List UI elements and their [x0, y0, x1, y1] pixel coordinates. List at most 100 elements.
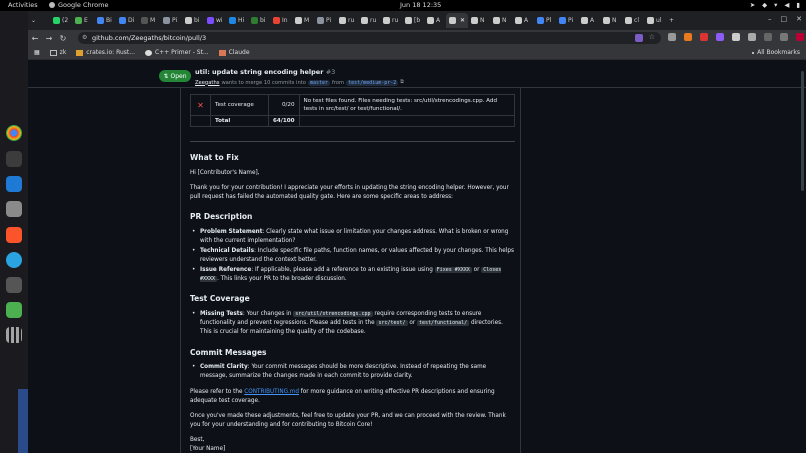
tab-favicon-icon	[537, 17, 545, 24]
network-icon[interactable]: ◆	[762, 1, 767, 9]
chrome-dock-icon[interactable]	[6, 125, 22, 141]
tab-favicon-icon	[273, 17, 280, 24]
brave-dock-icon[interactable]	[6, 227, 22, 243]
clock[interactable]: Jun 18 12:35	[400, 1, 441, 9]
head-branch[interactable]: test/medium-pr-2	[346, 79, 399, 86]
browser-tab[interactable]: In	[270, 13, 292, 28]
browser-tab[interactable]: Pl	[534, 13, 556, 28]
pr-author-link[interactable]: Zeegaths	[195, 80, 219, 86]
show-apps-icon[interactable]	[6, 327, 22, 343]
magnifier-dock-icon[interactable]	[6, 277, 22, 293]
bookmark-crates[interactable]: crates.io: Rust...	[76, 49, 135, 56]
reload-icon[interactable]: ↻	[56, 34, 70, 43]
close-window-icon[interactable]: ✕	[796, 15, 802, 23]
scrollbar-thumb[interactable]	[801, 71, 804, 191]
copy-icon[interactable]: ⧉	[400, 79, 404, 86]
extension-icon[interactable]	[732, 33, 740, 41]
tab-favicon-icon	[559, 17, 567, 24]
base-branch[interactable]: master	[307, 79, 331, 86]
chrome-icon	[49, 2, 55, 8]
divider	[190, 141, 515, 142]
browser-tab[interactable]: ru	[336, 13, 358, 28]
new-tab-button[interactable]: +	[666, 13, 688, 28]
browser-tab[interactable]: N	[468, 13, 490, 28]
pr-open-icon: ⇅	[163, 72, 169, 80]
telegram-dock-icon[interactable]	[6, 252, 22, 268]
browser-tab[interactable]: N	[600, 13, 622, 28]
volume-icon[interactable]: ◀	[784, 1, 789, 9]
browser-tab[interactable]: M	[292, 13, 314, 28]
browser-tab[interactable]: wi	[204, 13, 226, 28]
browser-tab[interactable]: ul	[644, 13, 666, 28]
battery-icon[interactable]: ▮	[796, 1, 800, 9]
files-dock-icon[interactable]	[6, 201, 22, 217]
tab-list-button[interactable]: ⌄	[28, 13, 50, 28]
browser-tab[interactable]: (2	[50, 13, 72, 28]
site-info-icon[interactable]: ⚙	[82, 34, 87, 41]
browser-tab[interactable]: M	[138, 13, 160, 28]
profile-avatar[interactable]	[796, 33, 804, 41]
browser-tab[interactable]: ru	[380, 13, 402, 28]
extension-icon[interactable]	[668, 33, 676, 41]
minimize-icon[interactable]: –	[768, 15, 772, 23]
contributing-link[interactable]: CONTRIBUTING.md	[244, 389, 299, 395]
tab-label: ru	[392, 17, 399, 24]
folder-icon	[752, 51, 755, 54]
browser-tab[interactable]: Hi	[226, 13, 248, 28]
browser-tab[interactable]: Pi	[314, 13, 336, 28]
browser-tab[interactable]: Bi	[94, 13, 116, 28]
apps-icon[interactable]: ▦	[34, 49, 40, 56]
browser-tab[interactable]: bi	[182, 13, 204, 28]
terminal-dock-icon[interactable]	[6, 151, 22, 167]
bookmark-zk[interactable]: zk	[49, 49, 66, 56]
tab-active[interactable]: ✕	[446, 13, 469, 28]
note-cell: No test files found. Files needing tests…	[298, 94, 516, 116]
browser-tab[interactable]: bi	[248, 13, 270, 28]
browser-tab[interactable]: E	[72, 13, 94, 28]
tab-search-icon[interactable]	[780, 33, 788, 41]
telegram-tray-icon[interactable]: ➤	[750, 1, 755, 9]
recycle-dock-icon[interactable]	[6, 302, 22, 318]
close-tab-icon[interactable]: ✕	[460, 17, 465, 24]
browser-tab[interactable]: A	[512, 13, 534, 28]
all-bookmarks[interactable]: All Bookmarks	[752, 49, 800, 56]
extension-icons	[668, 33, 806, 41]
wifi-icon[interactable]: ▾	[774, 1, 777, 9]
intro-text: Thank you for your contribution! I appre…	[190, 185, 509, 200]
extensions-puzzle-icon[interactable]	[748, 33, 756, 41]
active-app-indicator[interactable]: Google Chrome	[49, 1, 108, 9]
activities-button[interactable]: Activities	[8, 1, 38, 9]
translate-icon[interactable]	[635, 34, 643, 42]
bookmark-star-icon[interactable]: ☆	[649, 33, 655, 41]
total-label-cell: Total	[210, 115, 269, 127]
browser-tab[interactable]: N	[490, 13, 512, 28]
browser-tab[interactable]: Di	[116, 13, 138, 28]
metamask-icon[interactable]	[684, 33, 692, 41]
active-app-name: Google Chrome	[58, 1, 109, 9]
vscode-dock-icon[interactable]	[6, 176, 22, 192]
tab-label: A	[590, 17, 595, 24]
tab-label: ru	[348, 17, 355, 24]
bookmark-cpp-primer[interactable]: C++ Primer - St...	[145, 49, 209, 56]
bookmark-claude[interactable]: Claude	[218, 49, 250, 56]
system-tray[interactable]: ➤ ◆ ▾ ◀ ▮	[750, 1, 800, 9]
browser-tab[interactable]: Pi	[556, 13, 578, 28]
address-bar[interactable]: ⚙ github.com/Zeegaths/bitcoin/pull/3 ☆	[78, 32, 661, 44]
back-icon[interactable]: ←	[28, 34, 42, 43]
tab-label: In	[282, 17, 288, 24]
tab-label: [b	[414, 17, 421, 24]
maximize-icon[interactable]: □	[781, 15, 788, 23]
browser-tab[interactable]: A	[578, 13, 600, 28]
browser-tab[interactable]: ru	[358, 13, 380, 28]
extension-icon[interactable]	[716, 33, 724, 41]
browser-toolbar: ← → ↻ ⚙ github.com/Zeegaths/bitcoin/pull…	[28, 30, 806, 46]
tab-favicon-icon	[427, 17, 434, 24]
browser-tab[interactable]: A	[424, 13, 446, 28]
extension-icon[interactable]	[700, 33, 708, 41]
browser-tab[interactable]: cl	[622, 13, 644, 28]
browser-tab[interactable]: Pi	[160, 13, 182, 28]
browser-tab[interactable]: [b	[402, 13, 424, 28]
forward-icon[interactable]: →	[42, 34, 56, 43]
tab-favicon-icon	[229, 17, 236, 24]
history-icon[interactable]	[764, 33, 772, 41]
